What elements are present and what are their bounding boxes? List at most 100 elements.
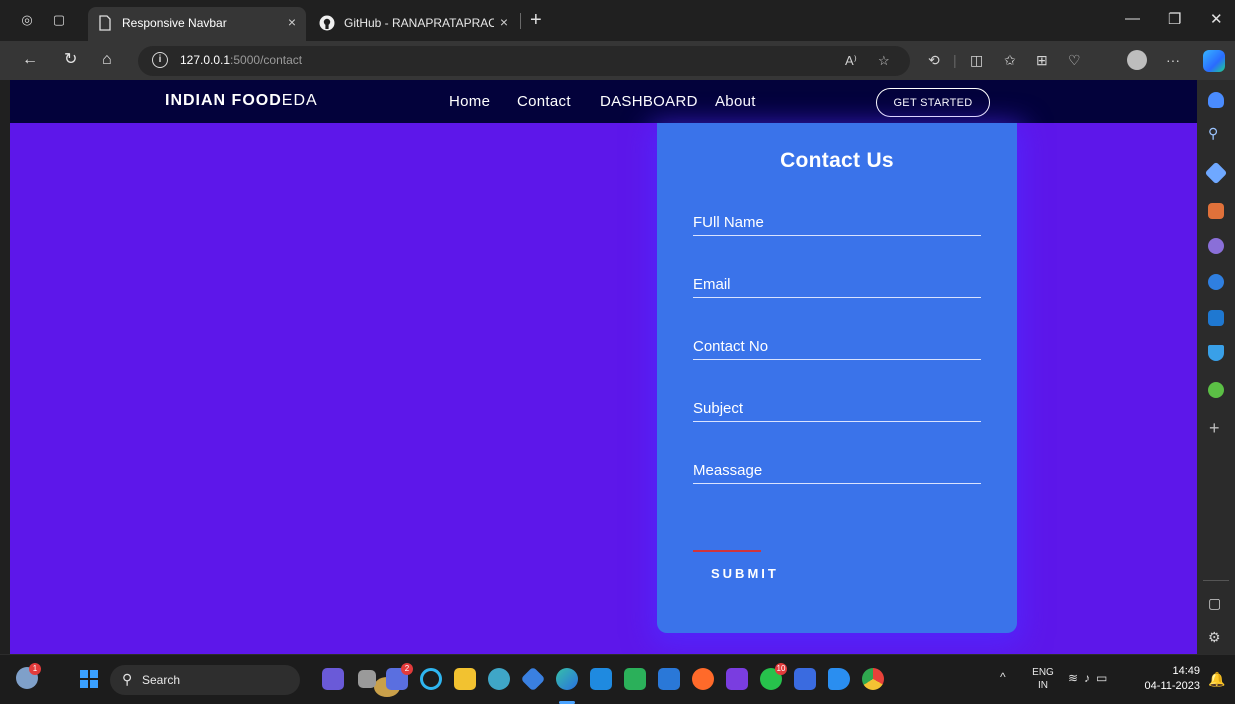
browser-toolbar: ← ↻ ⌂ i 127.0.0.1:5000/contact A⁾ ☆ ⟲ | … <box>0 41 1235 80</box>
chrome-icon[interactable] <box>862 668 884 690</box>
read-aloud-icon[interactable]: A⁾ <box>845 53 857 69</box>
edge-icon[interactable] <box>556 668 578 690</box>
sidebar-layout-icon[interactable]: ▢ <box>1208 595 1221 612</box>
full-name-label: FUll Name <box>693 214 764 231</box>
favorites-icon[interactable]: ✩ <box>1004 52 1016 69</box>
subject-label: Subject <box>693 400 744 417</box>
tray-wifi-volume-battery-icons[interactable]: ≋♪▭ <box>1068 671 1113 685</box>
email-field[interactable]: Email <box>693 274 981 298</box>
back-arrow-icon[interactable]: ← <box>22 51 38 69</box>
refresh-icon[interactable]: ↻ <box>64 51 77 69</box>
task-view-icon[interactable] <box>358 670 376 688</box>
drop-icon[interactable] <box>1208 345 1224 361</box>
taskbar-search[interactable]: ⚲ <box>110 665 400 697</box>
copilot-app-icon[interactable] <box>322 668 344 690</box>
outlook-icon[interactable] <box>1208 310 1224 326</box>
tools-icon[interactable] <box>1208 203 1224 219</box>
minimize-button[interactable]: — <box>1125 10 1140 27</box>
notification-bell-icon[interactable] <box>1208 92 1224 108</box>
contact-title: Contact Us <box>780 149 894 172</box>
browser-essentials-icon[interactable]: ♡ <box>1068 52 1081 69</box>
split-screen-icon[interactable]: ◫ <box>970 52 983 69</box>
site-logo[interactable]: INDIAN FOODEDA <box>165 92 318 110</box>
lang-secondary: IN <box>1038 680 1048 691</box>
vscode-icon[interactable] <box>828 668 850 690</box>
new-tab-button[interactable]: + <box>530 10 542 30</box>
copilot-icon[interactable] <box>1203 50 1225 72</box>
contact-no-label: Contact No <box>693 338 769 355</box>
copilot-sidebar-icon[interactable] <box>1208 274 1224 290</box>
url-host: 127.0.0.1 <box>180 53 231 67</box>
games-icon[interactable] <box>1208 238 1224 254</box>
tree-icon[interactable] <box>1208 382 1224 398</box>
home-icon[interactable]: ⌂ <box>102 51 112 69</box>
extensions-icon[interactable]: ⟲ <box>928 52 940 69</box>
power-automate-icon[interactable] <box>794 668 816 690</box>
subject-field[interactable]: Subject <box>693 398 981 422</box>
info-icon[interactable]: i <box>152 52 168 68</box>
full-name-field[interactable]: FUll Name <box>693 212 981 236</box>
start-button[interactable] <box>80 670 98 688</box>
paint-icon[interactable] <box>488 668 510 690</box>
system-clock[interactable]: 14:49 04-11-2023 <box>1138 664 1200 694</box>
clipchamp-icon[interactable] <box>726 668 748 690</box>
weather-badge: 1 <box>29 663 41 675</box>
url-text[interactable]: 127.0.0.1:5000/contact <box>180 53 302 67</box>
browser-tab-strip: ◎ ▢ Responsive Navbar × GitHub - RANAPRA… <box>0 0 1235 41</box>
notification-bell-icon[interactable]: 🔔 <box>1208 671 1225 688</box>
photos-icon[interactable] <box>520 666 546 692</box>
shopping-tag-icon[interactable] <box>1204 161 1228 185</box>
favorite-star-icon[interactable]: ☆ <box>878 53 890 69</box>
get-started-button[interactable]: GET STARTED <box>876 88 990 117</box>
page-icon <box>97 15 113 31</box>
collections-icon[interactable]: ⊞ <box>1036 52 1048 69</box>
mail-icon[interactable] <box>590 668 612 690</box>
tab-responsive-navbar[interactable]: Responsive Navbar × <box>88 7 306 41</box>
github-icon <box>319 15 335 31</box>
show-hidden-icons-chevron[interactable]: ^ <box>1000 670 1006 684</box>
lang-primary: ENG <box>1032 667 1054 678</box>
profile-avatar[interactable] <box>1127 50 1147 70</box>
cortana-icon[interactable] <box>420 668 442 690</box>
logo-bold-text: INDIAN FOOD <box>165 92 282 109</box>
edge-sidebar: ⚲ + ▢ ⚙ <box>1197 80 1235 654</box>
contact-form-card: Contact Us FUll Name Email Contact No Su… <box>657 123 1017 633</box>
nav-home-link[interactable]: Home <box>449 93 490 110</box>
restore-button[interactable]: ❐ <box>1168 10 1181 28</box>
workspaces-icon[interactable]: ◎ <box>18 11 36 29</box>
search-icon[interactable]: ⚲ <box>1208 125 1224 141</box>
linkedin-lite-icon[interactable] <box>624 668 646 690</box>
more-menu-icon[interactable]: ··· <box>1166 52 1180 68</box>
address-bar[interactable]: i 127.0.0.1:5000/contact A⁾ ☆ <box>138 46 910 76</box>
nav-dashboard-link[interactable]: DASHBOARD <box>600 93 698 110</box>
web-page: INDIAN FOODEDA Home Contact DASHBOARD Ab… <box>10 80 1197 654</box>
settings-gear-icon[interactable]: ⚙ <box>1208 629 1221 646</box>
firefox-icon[interactable] <box>692 668 714 690</box>
file-explorer-icon[interactable] <box>454 668 476 690</box>
site-navbar: INDIAN FOODEDA Home Contact DASHBOARD Ab… <box>10 80 1197 123</box>
tab-title: Responsive Navbar <box>122 16 227 30</box>
close-tab-icon[interactable]: × <box>288 14 296 30</box>
message-label: Meassage <box>693 462 763 479</box>
message-field[interactable]: Meassage <box>693 460 981 484</box>
language-indicator[interactable]: ENG IN <box>1030 666 1056 692</box>
submit-button[interactable]: SUBMIT <box>693 563 813 583</box>
teams-badge: 2 <box>401 663 413 675</box>
tab-github[interactable]: GitHub - RANAPRATAPRAO/Data × <box>310 7 518 41</box>
close-tab-icon[interactable]: × <box>500 14 508 30</box>
tab-actions-icon[interactable]: ▢ <box>50 11 68 29</box>
close-window-button[interactable]: ✕ <box>1210 10 1223 28</box>
nav-contact-link[interactable]: Contact <box>517 93 571 110</box>
add-sidebar-app-icon[interactable]: + <box>1209 418 1220 439</box>
whatsapp-badge: 10 <box>775 663 787 675</box>
email-label: Email <box>693 276 731 293</box>
tab-title: GitHub - RANAPRATAPRAO/Data <box>344 16 494 30</box>
logo-thin-text: EDA <box>281 92 318 109</box>
search-icon: ⚲ <box>122 671 133 687</box>
clock-date: 04-11-2023 <box>1144 680 1200 692</box>
taskbar-search-input[interactable] <box>142 671 242 689</box>
word-icon[interactable] <box>658 668 680 690</box>
contact-no-field[interactable]: Contact No <box>693 336 981 360</box>
nav-about-link[interactable]: About <box>715 93 756 110</box>
tab-separator <box>520 13 521 29</box>
